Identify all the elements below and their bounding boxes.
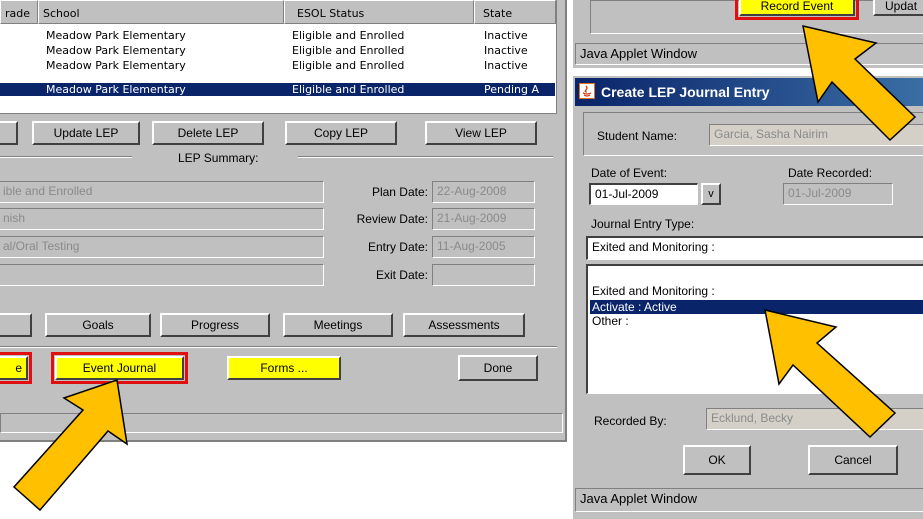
meetings-button[interactable]: Meetings (283, 313, 393, 337)
update-button-partial[interactable]: Updat (873, 0, 923, 16)
blank-field (0, 264, 324, 286)
summary-divider-right (298, 156, 553, 158)
plan-date-label: Plan Date: (371, 185, 428, 199)
view-lep-button[interactable]: View LEP (425, 121, 537, 145)
recorded-by-label: Recorded By: (594, 414, 667, 428)
table-row[interactable]: Meadow Park Elementary Eligible and Enro… (0, 59, 555, 72)
entry-date-label: Entry Date: (367, 240, 428, 254)
list-item-selected[interactable]: Activate : Active (590, 300, 923, 314)
column-header-school[interactable]: School (38, 0, 284, 24)
partial-tab-button[interactable] (0, 313, 32, 337)
dialog-title: Create LEP Journal Entry (601, 84, 770, 100)
cell-status: Eligible and Enrolled (292, 83, 405, 96)
table-row[interactable]: Meadow Park Elementary Eligible and Enro… (0, 44, 555, 57)
cell-state: Inactive (484, 44, 528, 57)
done-button[interactable]: Done (458, 355, 538, 381)
partial-left-button[interactable] (0, 121, 18, 145)
partial-bottom-button[interactable]: e (0, 356, 28, 380)
student-name-label: Student Name: (597, 129, 678, 143)
date-of-event-label: Date of Event: (591, 166, 668, 180)
event-journal-button[interactable]: Event Journal (55, 356, 184, 380)
date-dropdown-button[interactable]: v (701, 183, 721, 205)
cell-status: Eligible and Enrolled (292, 59, 405, 72)
delete-lep-button[interactable]: Delete LEP (152, 121, 264, 145)
bottom-divider (0, 346, 557, 348)
top-right-status-bar: Java Applet Window (575, 43, 923, 65)
cell-state: Inactive (484, 29, 528, 42)
date-recorded-field: 01-Jul-2009 (783, 183, 893, 205)
cell-status: Eligible and Enrolled (292, 29, 405, 42)
dialog-status-bar: Java Applet Window (575, 488, 923, 512)
table-row[interactable]: Meadow Park Elementary Eligible and Enro… (0, 29, 555, 42)
column-header-grade[interactable]: rade (0, 0, 38, 24)
cell-school: Meadow Park Elementary (46, 59, 186, 72)
esol-status-field: ible and Enrolled (0, 181, 324, 203)
review-date-label: Review Date: (356, 212, 428, 226)
plan-date-field: 22-Aug-2008 (432, 181, 535, 203)
column-header-esol-status[interactable]: ESOL Status (284, 0, 474, 24)
summary-divider-left (0, 156, 132, 158)
review-date-field: 21-Aug-2009 (432, 208, 535, 230)
cancel-button[interactable]: Cancel (808, 445, 898, 475)
table-row-selected[interactable]: Meadow Park Elementary Eligible and Enro… (0, 83, 555, 96)
testing-field: al/Oral Testing (0, 236, 324, 258)
cell-state: Pending A (484, 83, 539, 96)
journal-entry-type-label: Journal Entry Type: (591, 217, 695, 231)
record-event-button[interactable]: Record Event (739, 0, 855, 16)
date-of-event-input[interactable]: 01-Jul-2009 (589, 183, 698, 205)
lep-table: rade School ESOL Status State Meadow Par… (0, 0, 557, 114)
recorded-by-field: Ecklund, Becky (706, 408, 923, 430)
left-status-bar (0, 413, 563, 433)
forms-button[interactable]: Forms ... (227, 356, 341, 380)
cell-school: Meadow Park Elementary (46, 29, 186, 42)
update-lep-button[interactable]: Update LEP (32, 121, 140, 145)
date-recorded-label: Date Recorded: (788, 166, 873, 180)
copy-lep-button[interactable]: Copy LEP (285, 121, 397, 145)
cell-school: Meadow Park Elementary (46, 83, 186, 96)
journal-entry-type-field[interactable]: Exited and Monitoring : (586, 236, 923, 260)
lep-summary-label: LEP Summary: (178, 151, 259, 165)
entry-date-field: 11-Aug-2005 (432, 236, 535, 258)
assessments-button[interactable]: Assessments (403, 313, 525, 337)
exit-date-field (432, 264, 535, 286)
list-item[interactable]: Other : (590, 314, 923, 328)
cell-status: Eligible and Enrolled (292, 44, 405, 57)
student-name-field: Garcia, Sasha Nairim (709, 124, 923, 146)
dialog-title-bar[interactable]: Create LEP Journal Entry (575, 78, 923, 106)
exit-date-label: Exit Date: (375, 268, 428, 282)
language-field: nish (0, 208, 324, 230)
goals-button[interactable]: Goals (45, 313, 151, 337)
ok-button[interactable]: OK (683, 445, 751, 475)
cell-school: Meadow Park Elementary (46, 44, 186, 57)
list-item[interactable]: Exited and Monitoring : (590, 284, 923, 298)
java-icon (579, 83, 595, 99)
column-header-state[interactable]: State (474, 0, 556, 24)
progress-button[interactable]: Progress (160, 313, 270, 337)
journal-entry-type-list[interactable]: Exited and Monitoring : Activate : Activ… (586, 264, 923, 394)
cell-state: Inactive (484, 59, 528, 72)
